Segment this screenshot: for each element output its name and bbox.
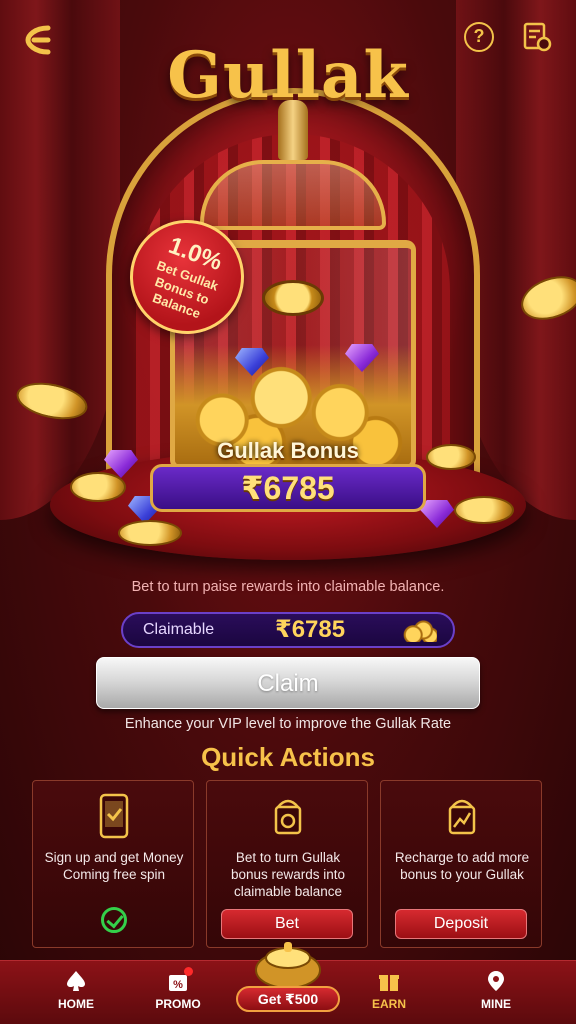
gullak-bonus-amount: ₹6785 (150, 464, 426, 512)
card-deposit-text: Recharge to add more bonus to your Gulla… (394, 850, 530, 882)
coin-stack-icon (403, 618, 437, 642)
card-signup-text: Sign up and get Money Coming free spin (44, 850, 184, 882)
nav-mine[interactable]: MINE (456, 969, 536, 1011)
nav-earn-label: EARN (371, 997, 406, 1011)
notification-dot (184, 967, 193, 976)
quick-action-card-bet: Bet to turn Gullak bonus rewards into cl… (206, 780, 368, 948)
gullak-jar-icon (274, 799, 302, 835)
card-bet-text: Bet to turn Gullak bonus rewards into cl… (230, 850, 346, 899)
claimable-bar: Claimable ₹6785 (121, 612, 455, 648)
gift-icon (379, 975, 399, 991)
coin-slot-icon (262, 280, 324, 316)
bet-hint-text: Bet to turn paise rewards into claimable… (131, 579, 445, 595)
gullak-jar-icon (255, 942, 321, 989)
claimable-amount: ₹6785 (275, 616, 346, 643)
quick-action-card-signup: Sign up and get Money Coming free spin (32, 780, 194, 948)
nav-home-label: HOME (58, 997, 94, 1011)
spade-icon (67, 971, 85, 991)
nav-earn[interactable]: EARN (349, 969, 429, 1011)
check-icon (101, 907, 127, 933)
phone-icon (99, 793, 129, 839)
svg-text:%: % (173, 979, 183, 991)
jar-lid (200, 160, 386, 230)
claimable-label: Claimable (143, 621, 215, 638)
nav-home[interactable]: HOME (36, 969, 116, 1011)
coin-icon (454, 496, 514, 524)
nav-promo-label: PROMO (155, 997, 201, 1011)
claim-button[interactable]: Claim (96, 657, 480, 709)
get-reward-button[interactable]: Get ₹500 (236, 986, 340, 1012)
profile-pin-icon (488, 971, 504, 991)
vip-hint-text: Enhance your VIP level to improve the Gu… (124, 716, 452, 732)
nav-promo[interactable]: % PROMO (138, 967, 218, 1011)
jar-knob (278, 100, 308, 160)
quick-actions-title: Quick Actions (201, 742, 375, 772)
gullak-bonus-label: Gullak Bonus (217, 438, 359, 463)
growth-jar-icon (448, 799, 476, 835)
nav-mine-label: MINE (481, 997, 511, 1011)
deposit-button[interactable]: Deposit (395, 909, 527, 939)
coin-icon (118, 520, 182, 546)
coin-icon (70, 472, 126, 502)
quick-action-card-deposit: Recharge to add more bonus to your Gulla… (380, 780, 542, 948)
bet-button[interactable]: Bet (221, 909, 353, 939)
